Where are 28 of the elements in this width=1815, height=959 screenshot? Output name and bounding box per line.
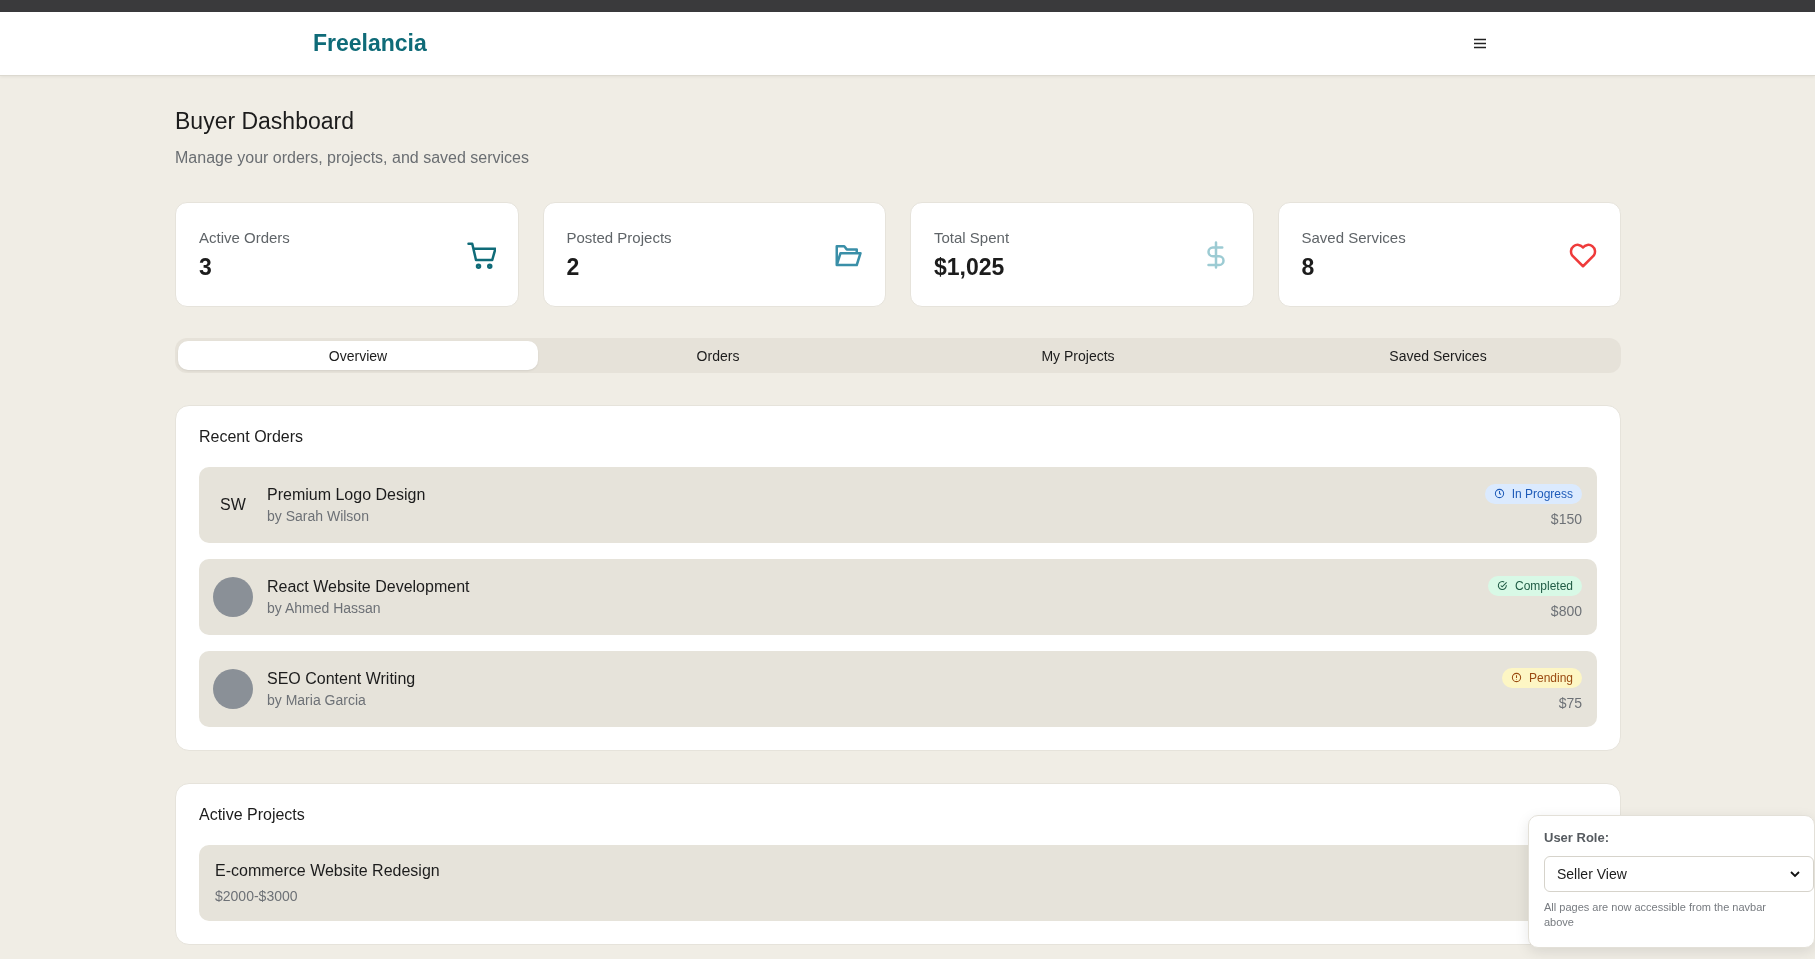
status-badge: Completed bbox=[1487, 575, 1582, 596]
order-title: Premium Logo Design bbox=[267, 486, 426, 504]
order-title: React Website Development bbox=[267, 578, 470, 596]
order-price: $800 bbox=[1550, 602, 1582, 619]
stat-label: Active Orders bbox=[199, 228, 290, 246]
stat-value: 2 bbox=[566, 253, 581, 281]
section-title: Recent Orders bbox=[199, 428, 305, 446]
project-title: E-commerce Website Redesign bbox=[215, 862, 440, 880]
field-label: User Role: bbox=[1544, 830, 1611, 845]
stat-label: Total Spent bbox=[934, 228, 1010, 246]
order-price: $150 bbox=[1550, 510, 1582, 527]
order-price: $75 bbox=[1558, 694, 1582, 711]
status-badge: In Progress bbox=[1484, 483, 1582, 504]
seller-name: by Maria Garcia bbox=[267, 692, 366, 708]
page-title: Buyer Dashboard bbox=[175, 108, 355, 135]
stat-label: Saved Services bbox=[1301, 228, 1406, 246]
order-title: SEO Content Writing bbox=[267, 670, 416, 688]
page-subtitle: Manage your orders, projects, and saved services bbox=[175, 149, 530, 167]
seller-name: by Sarah Wilson bbox=[267, 508, 369, 524]
seller-name: by Ahmed Hassan bbox=[267, 600, 381, 616]
section-title: Active Projects bbox=[199, 806, 306, 824]
avatar-initials: SW bbox=[219, 496, 247, 514]
stat-value: 3 bbox=[199, 253, 213, 281]
stat-value: $1,025 bbox=[934, 253, 1006, 281]
project-budget: $2000-$3000 bbox=[215, 888, 298, 904]
stat-value: 8 bbox=[1301, 253, 1316, 281]
status-badge: Pending bbox=[1501, 667, 1582, 688]
stat-label: Posted Projects bbox=[566, 228, 672, 246]
